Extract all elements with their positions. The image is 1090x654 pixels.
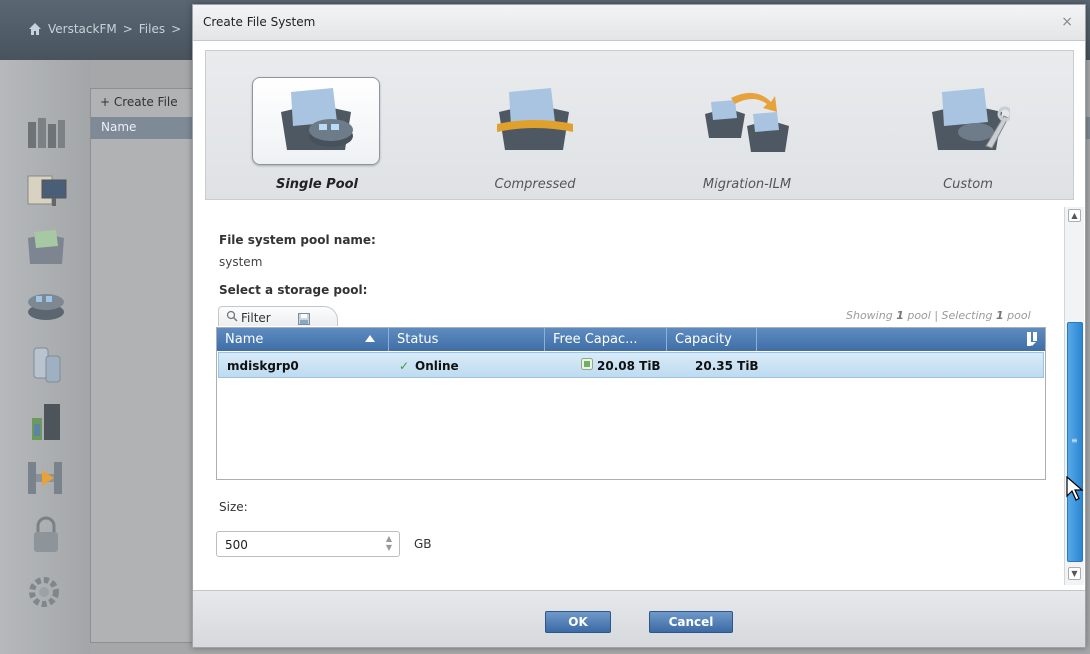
single-pool-icon [281, 88, 353, 150]
create-file-system-button[interactable]: + Create File [100, 95, 178, 109]
filter-button[interactable]: Filter [226, 310, 271, 325]
type-label-custom: Custom [943, 177, 993, 192]
size-input[interactable]: 500 [216, 531, 400, 557]
cell-capacity: 20.35 TiB [695, 359, 759, 373]
settings-gear-icon[interactable] [24, 570, 68, 614]
volumes-icon[interactable] [24, 342, 68, 386]
copy-services-icon[interactable] [24, 456, 68, 500]
scroll-up-arrow[interactable]: ▲ [1068, 209, 1081, 222]
dialog-footer: OK Cancel [193, 590, 1085, 647]
ok-button[interactable]: OK [545, 611, 611, 633]
type-label-single-pool: Single Pool [275, 177, 359, 192]
type-single-pool[interactable]: Single Pool [252, 57, 382, 195]
column-header-name[interactable]: Name [217, 328, 389, 351]
cell-free-capacity: 20.08 TiB [597, 359, 661, 373]
breadcrumb-item-verstackfm[interactable]: VerstackFM [48, 22, 117, 36]
pool-name-label: File system pool name: [219, 233, 376, 247]
table-header: Name Status Free Capac... Capacity [217, 328, 1045, 351]
dialog-title: Create File System [193, 5, 1085, 41]
type-label-compressed: Compressed [494, 177, 576, 192]
close-icon[interactable]: × [1061, 14, 1073, 30]
cancel-button[interactable]: Cancel [649, 611, 733, 633]
sort-ascending-icon [365, 335, 375, 342]
cell-status: Online [415, 359, 459, 373]
type-label-migration-ilm: Migration-ILM [702, 177, 792, 192]
type-custom[interactable]: Custom [903, 57, 1033, 195]
type-migration-ilm[interactable]: Migration-ILM [682, 57, 812, 195]
column-picker-icon[interactable] [1027, 332, 1037, 346]
pool-name-value: system [219, 255, 263, 269]
column-header-status[interactable]: Status [389, 328, 545, 351]
breadcrumb-item-files[interactable]: Files [139, 22, 165, 36]
storage-pool-table: Name Status Free Capac... Capacity mdisk… [216, 327, 1046, 480]
size-label: Size: [219, 500, 248, 514]
scroll-grip-icon: ≡ [1071, 436, 1078, 445]
pools-icon[interactable] [24, 282, 68, 326]
nav-sidebar [0, 60, 90, 654]
custom-icon [932, 88, 1010, 150]
compressed-icon [497, 88, 573, 150]
dialog-scrollbar[interactable]: ▲ ≡ ▼ [1064, 207, 1084, 585]
table-row[interactable]: mdiskgrp0 ✓ Online 20.08 TiB 20.35 TiB [218, 352, 1044, 378]
column-header-free-capacity[interactable]: Free Capac... [545, 328, 667, 351]
column-header-capacity[interactable]: Capacity [667, 328, 757, 351]
size-unit: GB [414, 537, 432, 551]
files-icon[interactable] [24, 226, 68, 270]
storage-pool-label: Select a storage pool: [219, 283, 368, 297]
breadcrumb: VerstackFM > Files > [28, 22, 181, 36]
migration-ilm-icon [705, 92, 789, 152]
breadcrumb-separator: > [122, 22, 133, 36]
capacity-gauge-icon [581, 358, 593, 373]
type-compressed[interactable]: Compressed [470, 57, 600, 195]
breadcrumb-separator: > [171, 22, 182, 36]
search-icon [226, 310, 238, 325]
cell-name: mdiskgrp0 [227, 359, 299, 373]
selection-summary: Showing 1 pool | Selecting 1 pool [846, 309, 1031, 322]
filter-label: Filter [241, 310, 271, 325]
home-icon[interactable] [28, 22, 42, 36]
access-lock-icon[interactable] [24, 514, 68, 558]
scroll-down-arrow[interactable]: ▼ [1068, 567, 1081, 580]
dashboard-icon[interactable] [24, 168, 68, 212]
file-system-type-selector: Single Pool Compressed Migration-ILM Cus… [205, 50, 1074, 200]
hosts-icon[interactable] [24, 400, 68, 444]
online-check-icon: ✓ [399, 359, 410, 373]
monitoring-icon[interactable] [24, 110, 68, 154]
mouse-cursor-icon [1066, 475, 1084, 506]
size-stepper[interactable]: ▲ ▼ [384, 534, 394, 554]
